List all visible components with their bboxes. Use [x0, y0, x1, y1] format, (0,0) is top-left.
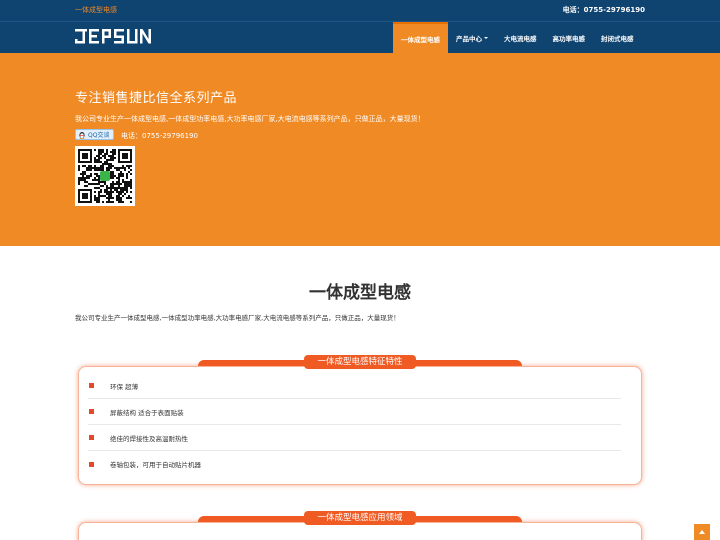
feature-text: 卷轴包装，可用于自动贴片机器 [110, 461, 201, 469]
list-item: 绝佳的焊接性及高温耐热性 [88, 425, 621, 451]
arrow-up-icon [699, 530, 705, 534]
feature-text: 屏蔽结构 适合于表面贴装 [110, 408, 184, 417]
section-title: 一体成型电感 [309, 283, 411, 303]
back-to-top-button[interactable] [694, 524, 710, 540]
features-list: 环保 超薄 屏蔽结构 适合于表面贴装 绝佳的焊接性及高温耐热性 卷轴包装，可用于… [88, 373, 621, 477]
nav-item-label: 产品中心 [456, 35, 482, 43]
hero-description: 我公司专业生产一体成型电感,一体成型功率电感,大功率电感厂家,大电流电感等系列产… [75, 115, 425, 123]
feature-text: 环保 超薄 [110, 382, 139, 391]
nav-item-label: 高功率电感 [552, 35, 586, 43]
list-item: 卷轴包装，可用于自动贴片机器 [88, 451, 621, 477]
features-panel-heading: 一体成型电感特征特性 [304, 355, 416, 369]
list-item: 屏蔽结构 适合于表面贴装 [88, 399, 621, 425]
qr-code-icon [78, 149, 132, 203]
top-phone: 电话：0755-29796190 [562, 6, 645, 14]
jepsun-logo[interactable] [75, 28, 170, 46]
nav-item-high-current-inductor[interactable]: 大电流电感 [496, 22, 545, 54]
qq-penguin-icon [79, 131, 85, 139]
hero-title: 专注销售捷比信全系列产品 [75, 91, 238, 106]
site-name[interactable]: 一体成型电感 [75, 5, 117, 15]
bullet-icon [89, 435, 94, 440]
hero-phone: 电话：0755-29796190 [121, 132, 198, 140]
nav-menu: 一体成型电感 产品中心 大电流电感 高功率电感 封闭式电感 [393, 22, 642, 54]
wechat-qr-code [75, 146, 135, 206]
main-navbar: 一体成型电感 产品中心 大电流电感 高功率电感 封闭式电感 [0, 21, 720, 54]
nav-item-label: 封闭式电感 [601, 35, 634, 43]
applications-panel-heading: 一体成型电感应用领域 [304, 511, 416, 525]
nav-item-product-center[interactable]: 产品中心 [448, 22, 496, 54]
nav-item-label: 一体成型电感 [401, 36, 440, 44]
list-item: 环保 超薄 [88, 373, 621, 399]
nav-item-label: 大电流电感 [504, 35, 537, 43]
nav-item-integrated-inductor[interactable]: 一体成型电感 [393, 22, 448, 54]
section-description: 我公司专业生产一体成型电感,一体成型功率电感,大功率电感厂家,大电流电感等系列产… [75, 314, 400, 322]
bullet-icon [89, 409, 94, 414]
top-bar: 一体成型电感 电话：0755-29796190 [0, 0, 720, 21]
qq-chat-label: QQ交谈 [88, 132, 110, 139]
feature-text: 绝佳的焊接性及高温耐热性 [110, 434, 188, 443]
qq-chat-button[interactable]: QQ交谈 [75, 129, 114, 140]
nav-item-high-power-inductor[interactable]: 高功率电感 [545, 22, 594, 54]
nav-item-shielded-inductor[interactable]: 封闭式电感 [593, 22, 642, 54]
chevron-down-icon [484, 37, 488, 39]
bullet-icon [89, 383, 94, 388]
hero-banner: 专注销售捷比信全系列产品 我公司专业生产一体成型电感,一体成型功率电感,大功率电… [0, 53, 720, 246]
bullet-icon [89, 461, 94, 467]
